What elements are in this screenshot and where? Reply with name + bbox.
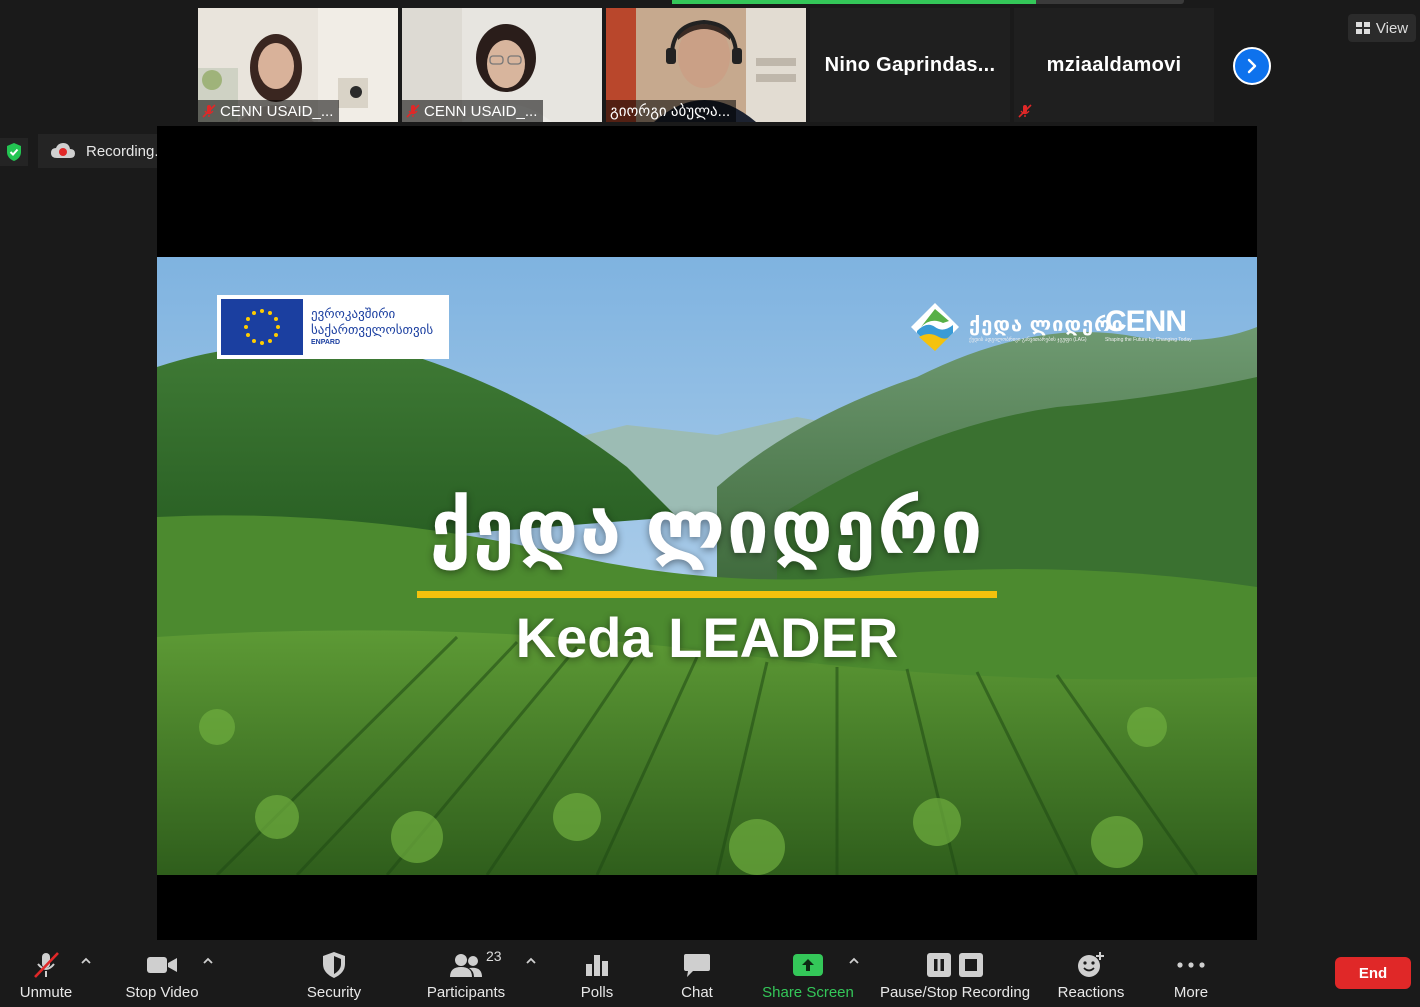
participants-label: Participants: [426, 984, 506, 1001]
cenn-logo: CENN: [1105, 305, 1187, 338]
pause-stop-recording-label: Pause/Stop Recording: [879, 984, 1031, 1001]
cloud-recording-icon: [51, 143, 75, 158]
keda-leader-emblem-icon: [911, 303, 959, 351]
recording-label: Recording...: [86, 142, 167, 160]
participant-name: mziaaldamovi: [1046, 53, 1182, 76]
participant-tile-active-speaker[interactable]: გიორგი აბულა...: [606, 8, 806, 122]
participant-gallery-strip: CENN USAID_... CENN USAID_... გიორგი აბუ…: [198, 8, 1214, 124]
top-status-bar: [672, 0, 1184, 4]
share-screen-label: Share Screen: [762, 984, 854, 1001]
muted-mic-icon: [1018, 104, 1032, 118]
keda-leader-logo-subtitle: ქედის ადგილობრივი განვითარების ჯგუფი (LA…: [969, 336, 1087, 343]
polls-label: Polls: [580, 984, 614, 1001]
participant-name: CENN USAID_...: [220, 102, 334, 120]
muted-mic-icon: [202, 104, 216, 118]
presentation-slide: ევროკავშირი საქართველოსთვის ENPARD ქედა …: [157, 257, 1257, 875]
smiley-plus-icon: [1078, 952, 1104, 977]
audio-options-caret[interactable]: [79, 954, 93, 968]
participant-name: გიორგი აბულა...: [610, 103, 731, 120]
zoom-meeting-window: CENN USAID_... CENN USAID_... გიორგი აბუ…: [0, 0, 1420, 1007]
grid-view-icon: [1355, 22, 1370, 34]
keda-leader-logo-text: ქედა ლიდერი: [969, 313, 1124, 336]
more-button[interactable]: More: [1164, 940, 1218, 1007]
share-screen-arrow-icon: [793, 954, 823, 976]
participant-name-bar: გიორგი აბულა...: [606, 100, 737, 122]
chat-button[interactable]: Chat: [672, 940, 722, 1007]
video-camera-icon: [147, 957, 177, 973]
keda-leader-logo: ქედა ლიდერი ქედის ადგილობრივი განვითარებ…: [909, 301, 1124, 353]
chevron-up-icon: [203, 957, 213, 964]
encryption-shield[interactable]: [0, 138, 28, 166]
muted-mic-icon: [406, 104, 420, 118]
muted-microphone-icon: [34, 952, 59, 978]
eu-flag-icon: [221, 299, 303, 355]
slide-title-underline: [417, 591, 997, 598]
share-options-caret[interactable]: [847, 954, 861, 968]
eu-logo-text: ევროკავშირი საქართველოსთვის ENPARD: [311, 306, 434, 346]
slide-title-georgian: ქედა ლიდერი: [429, 486, 985, 569]
participants-options-caret[interactable]: [524, 954, 538, 968]
share-screen-button[interactable]: Share Screen: [760, 940, 856, 1007]
chat-bubble-icon: [684, 954, 710, 977]
participant-tile[interactable]: Nino Gaprindas...: [810, 8, 1010, 122]
participant-tile[interactable]: CENN USAID_...: [198, 8, 398, 122]
chevron-up-icon: [526, 957, 536, 964]
participant-tile[interactable]: CENN USAID_...: [402, 8, 602, 122]
security-label: Security: [306, 984, 362, 1001]
participants-count: 23: [486, 948, 502, 964]
participant-name-bar: CENN USAID_...: [198, 100, 340, 122]
unmute-label: Unmute: [19, 984, 73, 1001]
shield-icon: [323, 952, 345, 978]
video-options-caret[interactable]: [201, 954, 215, 968]
chevron-up-icon: [849, 957, 859, 964]
more-label: More: [1173, 984, 1209, 1001]
end-meeting-button[interactable]: End: [1335, 957, 1411, 989]
stop-video-button[interactable]: Stop Video: [122, 940, 202, 1007]
participant-tile[interactable]: mziaaldamovi: [1014, 8, 1214, 122]
chevron-up-icon: [81, 957, 91, 964]
chat-label: Chat: [681, 984, 713, 1001]
unmute-button[interactable]: Unmute: [14, 940, 78, 1007]
shared-screen: ევროკავშირი საქართველოსთვის ENPARD ქედა …: [157, 126, 1257, 940]
view-options-button[interactable]: View: [1348, 14, 1416, 42]
participant-name: Nino Gaprindas...: [824, 53, 996, 76]
pause-stop-recording-icon: [927, 953, 983, 977]
participant-name: CENN USAID_...: [424, 102, 538, 120]
bar-chart-icon: [586, 955, 608, 976]
gallery-next-page-button[interactable]: [1233, 47, 1271, 85]
chevron-right-icon: [1247, 58, 1257, 74]
view-label: View: [1375, 19, 1409, 37]
slide-title-english: Keda LEADER: [515, 606, 899, 669]
cenn-logo-tagline: Shaping the Future by Changing Today: [1105, 337, 1192, 343]
reactions-label: Reactions: [1057, 984, 1125, 1001]
stop-video-label: Stop Video: [125, 984, 199, 1001]
more-dots-icon: [1177, 962, 1205, 968]
shield-check-icon: [7, 143, 21, 161]
participants-icon: [450, 954, 482, 977]
meeting-controls-toolbar: Unmute Stop Video Security Participants …: [0, 940, 1420, 1007]
security-button[interactable]: Security: [298, 940, 370, 1007]
participant-name-bar: CENN USAID_...: [402, 100, 544, 122]
polls-button[interactable]: Polls: [570, 940, 624, 1007]
reactions-button[interactable]: Reactions: [1054, 940, 1128, 1007]
eu-enpard-logo: ევროკავშირი საქართველოსთვის ENPARD: [217, 295, 449, 359]
pause-stop-recording-button[interactable]: Pause/Stop Recording: [876, 940, 1034, 1007]
